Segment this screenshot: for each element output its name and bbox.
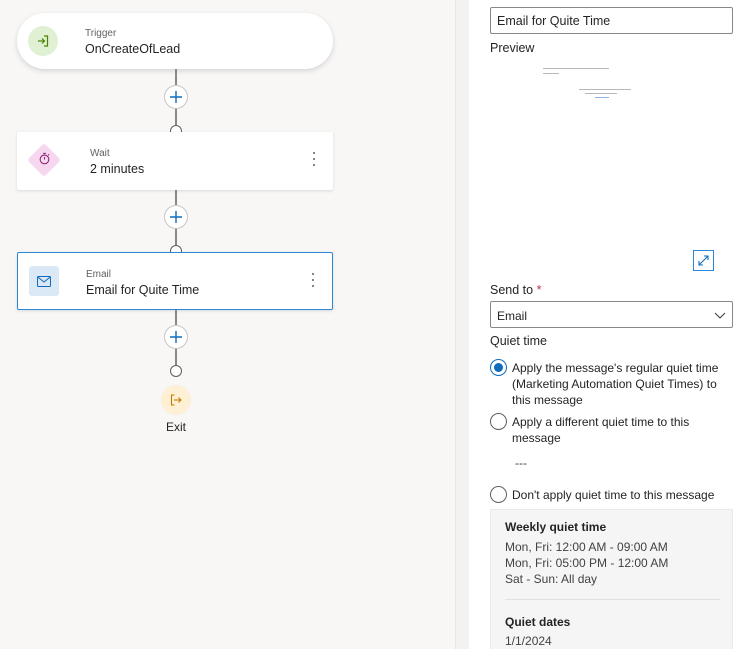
preview-link-line <box>595 97 609 98</box>
add-step-button[interactable] <box>164 325 188 349</box>
summary-divider <box>505 599 720 600</box>
quiet-time-summary: Weekly quiet time Mon, Fri: 12:00 AM - 0… <box>490 509 733 649</box>
plus-icon <box>170 211 182 223</box>
preview-text-line <box>543 68 609 69</box>
send-to-label: Send to * <box>490 283 541 297</box>
more-options-icon[interactable] <box>311 273 315 287</box>
send-to-dropdown[interactable]: Email <box>490 301 733 328</box>
exit-icon <box>161 385 191 415</box>
add-step-button[interactable] <box>164 205 188 229</box>
more-options-icon[interactable] <box>312 152 316 166</box>
radio-no-quiet-time-label[interactable]: Don't apply quiet time to this message <box>512 487 727 503</box>
radio-regular-quiet-time-label[interactable]: Apply the message's regular quiet time (… <box>512 360 722 408</box>
weekly-quiet-time-line: Mon, Fri: 12:00 AM - 09:00 AM <box>505 540 668 554</box>
expand-icon <box>698 255 709 266</box>
different-quiet-time-value: --- <box>515 456 527 470</box>
email-title: Email for Quite Time <box>86 283 200 297</box>
wait-kind-label: Wait <box>90 148 110 159</box>
connector-line <box>175 349 177 365</box>
send-to-text: Send to <box>490 283 534 297</box>
chevron-down-icon <box>714 312 726 319</box>
preview-label: Preview <box>490 41 535 55</box>
panel-splitter[interactable] <box>455 0 469 649</box>
send-to-value: Email <box>497 309 528 323</box>
add-step-button[interactable] <box>164 85 188 109</box>
connector-line <box>175 229 177 245</box>
weekly-quiet-time-line: Sat - Sun: All day <box>505 572 598 586</box>
radio-different-quiet-time-label[interactable]: Apply a different quiet time to this mes… <box>512 414 702 446</box>
preview-text-line <box>585 93 617 94</box>
quiet-time-label: Quiet time <box>490 334 547 348</box>
preview-text-line <box>543 73 559 74</box>
exit-label: Exit <box>165 420 186 434</box>
expand-preview-button[interactable] <box>693 250 714 271</box>
email-card[interactable]: Email Email for Quite Time <box>17 252 333 310</box>
connector-node <box>170 365 182 377</box>
trigger-card[interactable]: Trigger OnCreateOfLead <box>17 13 333 69</box>
properties-panel: Email for Quite Time Preview Send to * E… <box>469 0 744 649</box>
preview-text-line <box>579 89 631 90</box>
trigger-kind-label: Trigger <box>85 28 117 39</box>
envelope-icon <box>29 266 59 296</box>
plus-icon <box>170 331 182 343</box>
connector-line <box>175 310 177 325</box>
plus-icon <box>170 91 182 103</box>
connector-line <box>175 69 177 85</box>
email-preview[interactable] <box>490 60 733 250</box>
radio-different-quiet-time[interactable] <box>490 413 507 430</box>
connector-line <box>175 190 177 205</box>
email-name-input[interactable]: Email for Quite Time <box>490 7 733 34</box>
quiet-dates-value: 1/1/2024 <box>505 634 552 648</box>
radio-no-quiet-time[interactable] <box>490 486 507 503</box>
email-kind-label: Email <box>86 269 112 280</box>
trigger-title: OnCreateOfLead <box>85 42 181 56</box>
wait-card[interactable]: Wait 2 minutes <box>17 132 333 190</box>
radio-regular-quiet-time[interactable] <box>490 359 507 376</box>
required-asterisk: * <box>536 283 542 297</box>
wait-title: 2 minutes <box>90 162 145 176</box>
weekly-quiet-time-line: Mon, Fri: 05:00 PM - 12:00 AM <box>505 556 669 570</box>
trigger-enter-icon <box>28 26 58 56</box>
connector-line <box>175 109 177 125</box>
weekly-quiet-time-title: Weekly quiet time <box>505 520 607 534</box>
journey-canvas: Trigger OnCreateOfLead Wait 2 minutes Em… <box>0 0 455 649</box>
timer-icon <box>36 150 52 166</box>
quiet-dates-title: Quiet dates <box>505 615 571 629</box>
